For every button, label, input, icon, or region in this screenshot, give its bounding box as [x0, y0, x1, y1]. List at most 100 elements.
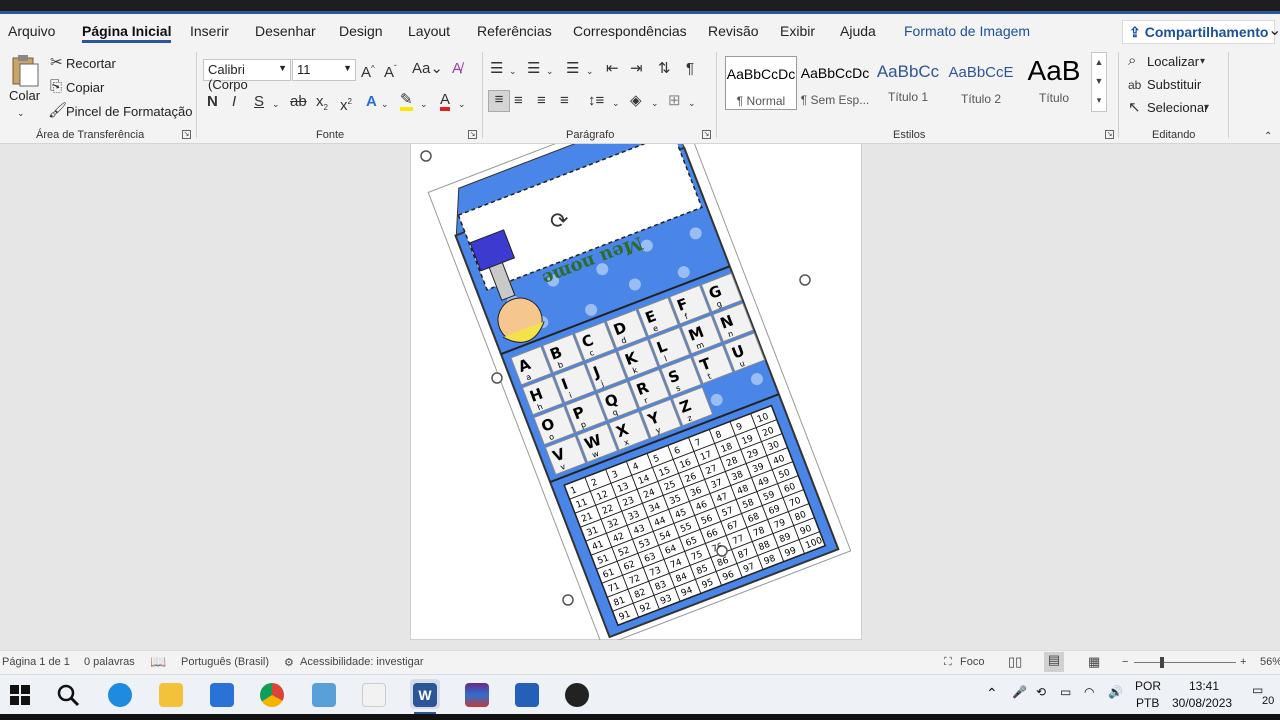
find-button[interactable]: Localizar [1147, 54, 1199, 69]
paste-chevron-icon[interactable]: ⌄ [17, 104, 25, 122]
read-mode-icon[interactable]: ▯▯ [1008, 654, 1022, 670]
tab-correspondencias[interactable]: Correspondências [573, 23, 687, 39]
multilevel-chevron-icon[interactable]: ⌄ [586, 62, 594, 80]
tab-ajuda[interactable]: Ajuda [840, 23, 876, 39]
file-explorer-icon[interactable] [159, 683, 183, 707]
style-heading-1[interactable]: AaBbCc Título 1 [872, 56, 944, 110]
tab-arquivo[interactable]: Arquivo [8, 23, 55, 39]
increase-indent-icon[interactable]: ⇥ [630, 60, 643, 78]
page-count[interactable]: Página 1 de 1 [2, 656, 70, 668]
line-spacing-chevron-icon[interactable]: ⌄ [612, 94, 620, 112]
align-center-icon[interactable]: ≡ [514, 92, 523, 110]
styles-launcher-icon[interactable]: ↘ [1105, 130, 1114, 139]
zoom-out-icon[interactable]: − [1122, 656, 1128, 668]
share-button[interactable]: ⇪ Compartilhamento [1122, 20, 1276, 44]
bullets-chevron-icon[interactable]: ⌄ [509, 62, 517, 80]
pilcrow-icon[interactable]: ¶ [686, 60, 694, 78]
font-name-select[interactable]: Calibri (Corpo ▼ [203, 59, 291, 92]
font-size-select[interactable]: 11 ▼ [292, 59, 356, 81]
numbering-icon[interactable]: ☰ [527, 60, 540, 78]
style-heading-2[interactable]: AaBbCcE Título 2 [945, 56, 1017, 110]
zoom-slider-thumb[interactable] [1160, 657, 1164, 668]
multilevel-list-icon[interactable]: ☰ [566, 60, 579, 78]
windows-start-icon[interactable] [8, 683, 32, 707]
clock-date[interactable]: 30/08/2023 [1172, 696, 1232, 710]
shading-chevron-icon[interactable]: ⌄ [651, 94, 659, 112]
zoom-level[interactable]: 56% [1260, 656, 1280, 668]
language-status[interactable]: Português (Brasil) [181, 656, 269, 668]
align-right-icon[interactable]: ≡ [537, 92, 546, 110]
battery-icon[interactable]: ▭ [1060, 685, 1071, 699]
format-painter-button[interactable]: Pincel de Formatação [66, 104, 192, 119]
grow-font-icon[interactable]: A^ [361, 60, 375, 82]
style-normal[interactable]: AaBbCcDc ¶ Normal [725, 56, 797, 110]
tab-desenhar[interactable]: Desenhar [255, 23, 316, 39]
photos-icon[interactable] [312, 683, 336, 707]
highlight-chevron-icon[interactable]: ⌄ [420, 95, 428, 113]
mail-icon[interactable] [210, 683, 234, 707]
text-effects-chevron-icon[interactable]: ⌄ [381, 95, 389, 113]
media-player-icon[interactable] [565, 683, 589, 707]
numbering-chevron-icon[interactable]: ⌄ [546, 62, 554, 80]
strikethrough-icon[interactable]: ab [290, 93, 307, 111]
tab-layout[interactable]: Layout [408, 23, 450, 39]
proofing-icon[interactable]: 📖 [150, 654, 166, 670]
cut-button[interactable]: Recortar [66, 56, 116, 71]
tab-inserir[interactable]: Inserir [190, 23, 229, 39]
chrome-icon[interactable] [260, 683, 284, 707]
edge-icon[interactable] [108, 683, 132, 707]
word-icon[interactable]: W [413, 683, 437, 707]
tab-exibir[interactable]: Exibir [780, 23, 815, 39]
zoom-in-icon[interactable]: + [1240, 656, 1246, 668]
tab-design[interactable]: Design [339, 23, 383, 39]
search-icon[interactable] [56, 683, 80, 707]
underline-chevron-icon[interactable]: ⌄ [272, 95, 280, 113]
document-page[interactable]: Meu nome AaBbCcDdEeFfGgHhIiJjKkLlMmNnOoP… [410, 144, 863, 647]
paste-button[interactable]: Colar [9, 88, 40, 103]
font-launcher-icon[interactable]: ↘ [468, 130, 477, 139]
rotate-handle-icon[interactable]: ⟳ [550, 208, 568, 233]
change-case-icon[interactable]: Aa⌄ [412, 60, 443, 78]
italic-icon[interactable]: I [232, 93, 236, 111]
focus-button[interactable]: Foco [960, 656, 984, 668]
tab-formato-de-imagem[interactable]: Formato de Imagem [904, 23, 1030, 39]
paint-icon[interactable] [362, 683, 386, 707]
font-color-chevron-icon[interactable]: ⌄ [458, 95, 466, 113]
picture-card[interactable]: Meu nome AaBbCcDdEeFfGgHhIiJjKkLlMmNnOoP… [411, 144, 863, 647]
style-no-spacing[interactable]: AaBbCcDc ¶ Sem Esp... [799, 56, 871, 110]
sort-icon[interactable]: ⇅ [658, 60, 671, 78]
find-chevron-icon[interactable]: ▾ [1200, 53, 1205, 71]
input-layout[interactable]: PTB [1136, 696, 1159, 710]
winrar-icon[interactable] [465, 683, 489, 707]
shading-icon[interactable]: ◈ [630, 92, 642, 110]
ribbon-options-icon[interactable]: ⌄ [1268, 20, 1280, 40]
print-layout-icon[interactable]: ▤ [1044, 652, 1064, 672]
clear-formatting-icon[interactable]: A̸ [452, 60, 462, 78]
borders-icon[interactable]: ⊞ [668, 92, 681, 110]
text-effects-icon[interactable]: A [366, 93, 377, 111]
word-count[interactable]: 0 palavras [84, 656, 135, 668]
line-spacing-icon[interactable]: ↕≡ [588, 92, 604, 110]
borders-chevron-icon[interactable]: ⌄ [688, 94, 696, 112]
volume-icon[interactable]: 🔊 [1108, 685, 1123, 699]
accessibility-status[interactable]: Acessibilidade: investigar [300, 656, 424, 668]
paste-icon[interactable] [10, 54, 40, 90]
justify-icon[interactable]: ≡ [560, 92, 569, 110]
zoom-slider[interactable] [1134, 662, 1236, 663]
shrink-font-icon[interactable]: Aˇ [384, 60, 397, 82]
clipboard-launcher-icon[interactable]: ↘ [182, 130, 191, 139]
clock-time[interactable]: 13:41 [1189, 679, 1219, 693]
replace-button[interactable]: Substituir [1147, 77, 1201, 92]
sync-icon[interactable]: ⟲ [1036, 685, 1046, 699]
copy-button[interactable]: Copiar [66, 80, 104, 95]
superscript-icon[interactable]: x2 [340, 93, 352, 115]
bullets-icon[interactable]: ☰ [490, 60, 503, 78]
bold-icon[interactable]: N [207, 93, 218, 111]
select-chevron-icon[interactable]: ▾ [1204, 99, 1209, 117]
tab-pagina-inicial[interactable]: Página Inicial [82, 23, 172, 43]
video-editor-icon[interactable] [515, 683, 539, 707]
web-layout-icon[interactable]: ▦ [1088, 654, 1100, 670]
highlight-icon[interactable]: ✎ [400, 92, 413, 111]
subscript-icon[interactable]: x2 [316, 93, 328, 117]
tray-chevron-icon[interactable]: ⌃ [986, 685, 998, 702]
